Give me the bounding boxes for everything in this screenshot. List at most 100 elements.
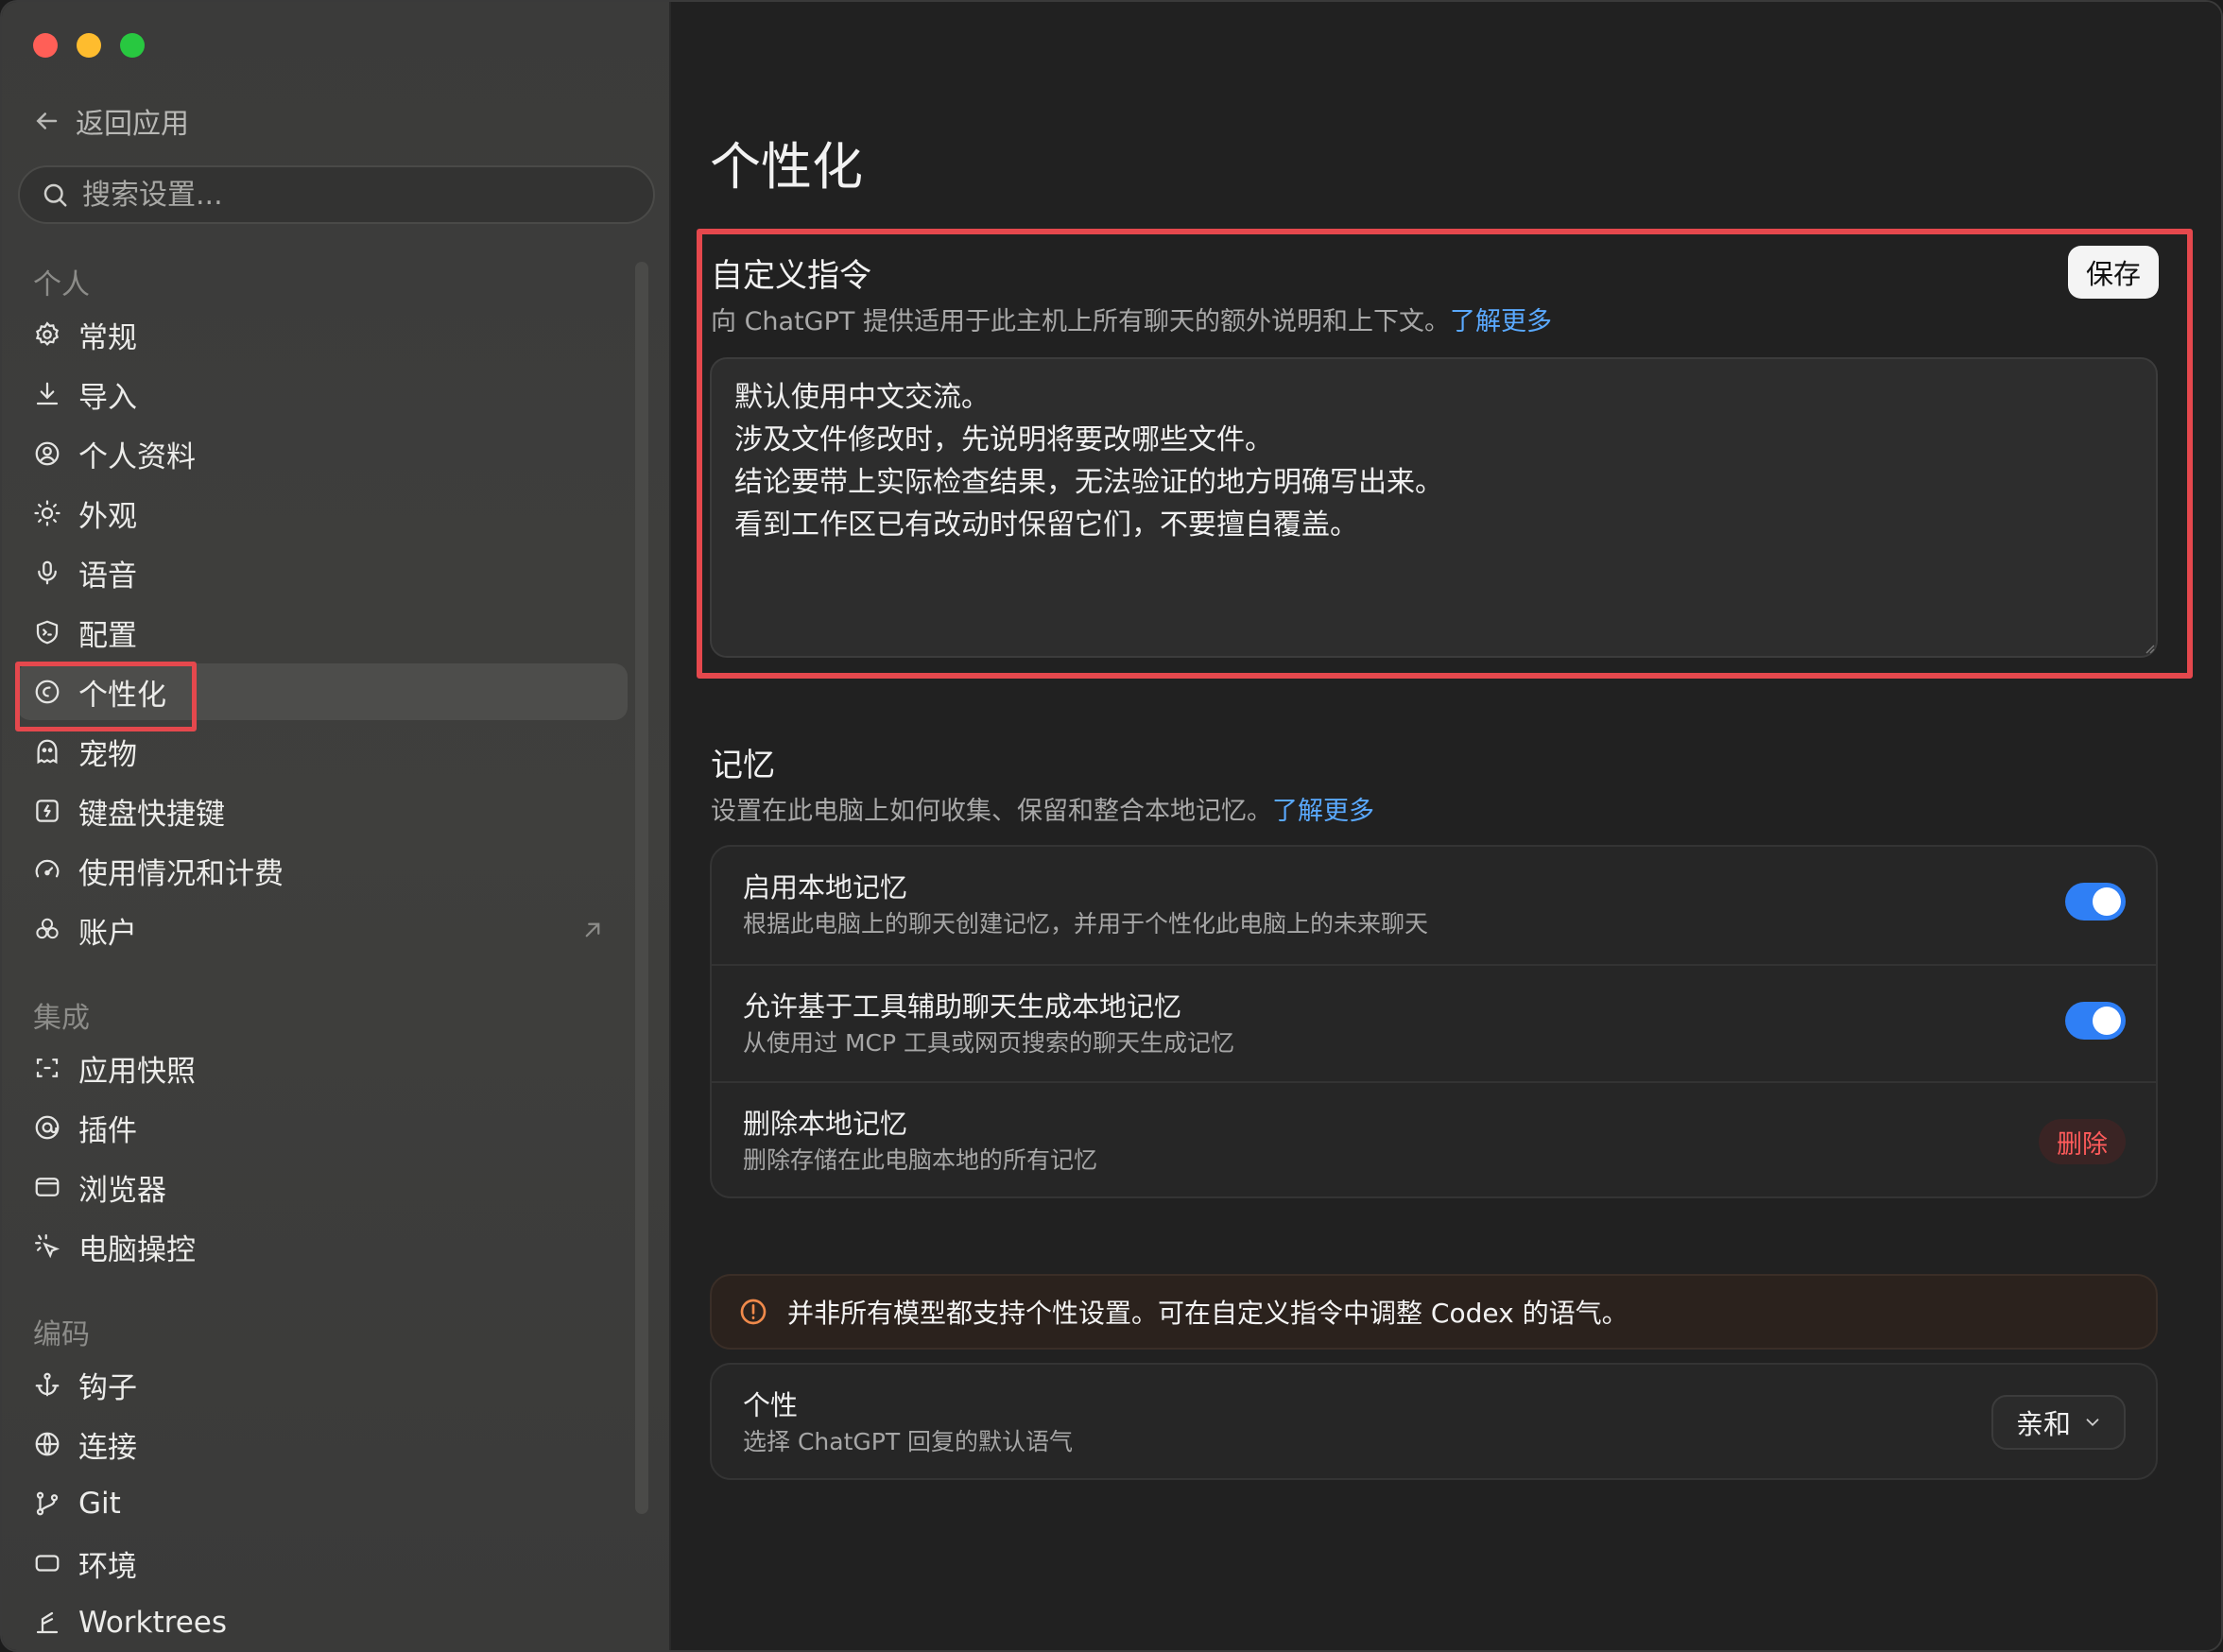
minimize-window-button[interactable]: [77, 33, 101, 58]
personality-warning-banner: 并非所有模型都支持个性设置。可在自定义指令中调整 Codex 的语气。: [710, 1274, 2158, 1350]
sidebar-item-import[interactable]: 导入: [17, 366, 628, 422]
sidebar-item-general[interactable]: 常规: [17, 306, 628, 363]
chevron-down-icon: [2086, 1419, 2099, 1427]
sidebar-item-label: 语音: [78, 559, 137, 594]
learn-more-link[interactable]: 了解更多: [1450, 307, 1552, 336]
browser-icon: [35, 1178, 60, 1196]
setting-title: 删除本地记忆: [743, 1108, 908, 1140]
sidebar-item-pets[interactable]: 宠物: [17, 723, 628, 780]
worktree-icon: [36, 1611, 59, 1634]
sidebar-item-git[interactable]: Git: [17, 1475, 628, 1532]
sidebar-item-label: 键盘快捷键: [78, 797, 225, 832]
sidebar: 返回应用 个人 常规 导入 个人资料 外观 语音 配: [2, 2, 671, 1650]
sidebar-item-label: Git: [78, 1487, 121, 1521]
setting-title: 个性: [743, 1389, 799, 1421]
arrow-left-icon: [36, 112, 58, 129]
sidebar-item-label: 外观: [78, 499, 137, 534]
keyboard-icon: [36, 800, 59, 822]
selected-value: 亲和: [2015, 1408, 2071, 1440]
memory-learn-more-link[interactable]: 了解更多: [1272, 797, 1374, 826]
sidebar-item-environment[interactable]: 环境: [17, 1535, 628, 1592]
search-input[interactable]: [82, 178, 630, 212]
setting-title: 启用本地记忆: [743, 871, 908, 903]
globe-icon: [35, 1432, 60, 1456]
sidebar-item-connections[interactable]: 连接: [17, 1416, 628, 1472]
anchor-icon: [35, 1372, 60, 1397]
shield-icon: [36, 620, 59, 645]
sidebar-item-config[interactable]: 配置: [17, 604, 628, 661]
git-branch-icon: [36, 1491, 59, 1516]
sidebar-item-label: 导入: [78, 380, 137, 415]
sidebar-item-appearance[interactable]: 外观: [17, 485, 628, 542]
sidebar-item-profile[interactable]: 个人资料: [17, 425, 628, 482]
setting-subtitle: 选择 ChatGPT 回复的默认语气: [743, 1428, 1074, 1455]
sidebar-item-label: 个人资料: [78, 439, 196, 474]
personality-select[interactable]: 亲和: [1990, 1395, 2126, 1450]
openai-icon: [36, 918, 59, 939]
sidebar-item-keyboard-shortcuts[interactable]: 键盘快捷键: [17, 783, 628, 839]
user-circle-icon: [35, 441, 60, 466]
personalization-icon: [35, 680, 60, 704]
sidebar-item-label: 应用快照: [78, 1054, 196, 1089]
sidebar-item-app-snapshot[interactable]: 应用快照: [17, 1040, 628, 1096]
plugin-icon: [35, 1115, 60, 1140]
save-button[interactable]: 保存: [2068, 246, 2159, 299]
enable-memory-toggle[interactable]: [2065, 883, 2126, 921]
description-text: 设置在此电脑上如何收集、保留和整合本地记忆。: [711, 797, 1272, 826]
environment-icon: [35, 1555, 60, 1572]
sidebar-item-label: Worktrees: [78, 1606, 228, 1640]
setting-row-enable-memory: 启用本地记忆 根据此电脑上的聊天创建记忆，并用于个性化此电脑上的未来聊天: [712, 847, 2156, 964]
personality-card: 个性 选择 ChatGPT 回复的默认语气 亲和: [710, 1363, 2158, 1480]
back-label: 返回应用: [76, 108, 189, 141]
delete-memory-button[interactable]: 删除: [2039, 1119, 2126, 1164]
sidebar-item-hooks[interactable]: 钩子: [17, 1356, 628, 1413]
back-to-app-button[interactable]: 返回应用: [32, 100, 189, 142]
search-box[interactable]: [18, 165, 655, 224]
sidebar-item-worktrees[interactable]: Worktrees: [17, 1594, 628, 1650]
setting-subtitle: 从使用过 MCP 工具或网页搜索的聊天生成记忆: [743, 1029, 1234, 1057]
section-title-personal: 个人: [33, 268, 90, 301]
section-title-integrations: 集成: [33, 1002, 90, 1035]
sidebar-item-label: 连接: [78, 1430, 137, 1465]
sidebar-item-label: 宠物: [78, 737, 137, 772]
external-link-icon: [585, 922, 600, 938]
sidebar-item-label: 常规: [78, 320, 137, 355]
pet-icon: [37, 739, 58, 765]
custom-instructions-textarea[interactable]: [710, 357, 2158, 658]
sidebar-item-usage-billing[interactable]: 使用情况和计费: [17, 842, 628, 899]
zoom-window-button[interactable]: [120, 33, 145, 58]
sidebar-item-label: 个性化: [78, 678, 166, 713]
window-controls: [33, 33, 145, 58]
sidebar-scrollbar[interactable]: [635, 262, 648, 1514]
sidebar-item-personalization[interactable]: 个性化: [17, 663, 628, 720]
sidebar-item-label: 钩子: [78, 1370, 137, 1405]
cursor-click-icon: [35, 1234, 60, 1259]
sidebar-item-browser[interactable]: 浏览器: [17, 1159, 628, 1215]
close-window-button[interactable]: [33, 33, 58, 58]
tool-memory-toggle[interactable]: [2065, 1002, 2126, 1040]
memory-description: 设置在此电脑上如何收集、保留和整合本地记忆。了解更多: [711, 790, 1374, 827]
setting-row-delete-memory: 删除本地记忆 删除存储在此电脑本地的所有记忆 删除: [712, 1081, 2156, 1198]
warning-text: 并非所有模型都支持个性设置。可在自定义指令中调整 Codex 的语气。: [787, 1298, 1628, 1329]
memory-settings-card: 启用本地记忆 根据此电脑上的聊天创建记忆，并用于个性化此电脑上的未来聊天 允许基…: [710, 845, 2158, 1198]
sidebar-item-label: 账户: [78, 916, 137, 951]
settings-content: 个性化 自定义指令 向 ChatGPT 提供适用于此主机上所有聊天的额外说明和上…: [671, 2, 2221, 1650]
resize-handle-icon[interactable]: [2144, 643, 2155, 654]
screenshot-icon: [36, 1058, 59, 1077]
section-title-coding: 编码: [33, 1318, 90, 1351]
sidebar-item-plugins[interactable]: 插件: [17, 1099, 628, 1156]
setting-title: 允许基于工具辅助聊天生成本地记忆: [743, 990, 1182, 1023]
sidebar-item-label: 使用情况和计费: [78, 856, 284, 891]
sidebar-item-label: 浏览器: [78, 1173, 166, 1208]
sidebar-item-computer-control[interactable]: 电脑操控: [17, 1218, 628, 1275]
gauge-icon: [35, 859, 60, 878]
sidebar-item-label: 环境: [78, 1549, 137, 1584]
download-icon: [36, 382, 59, 405]
sidebar-item-label: 插件: [78, 1113, 137, 1148]
sidebar-item-account[interactable]: 账户: [17, 902, 628, 958]
sidebar-item-voice[interactable]: 语音: [17, 544, 628, 601]
memory-title: 记忆: [711, 747, 775, 784]
setting-subtitle: 根据此电脑上的聊天创建记忆，并用于个性化此电脑上的未来聊天: [743, 910, 1429, 938]
settings-window: 返回应用 个人 常规 导入 个人资料 外观 语音 配: [0, 0, 2223, 1652]
microphone-icon: [38, 560, 57, 585]
